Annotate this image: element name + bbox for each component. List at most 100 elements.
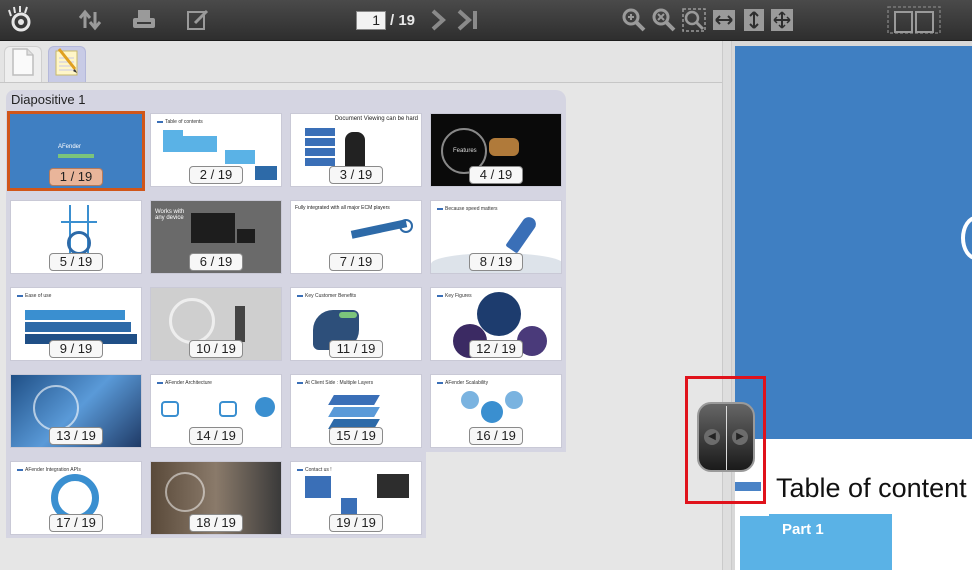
thumbnail-label: 10 / 19 — [189, 340, 243, 358]
thumb-heading: Contact us ! — [297, 467, 332, 473]
panel-tabs — [0, 41, 726, 83]
thumbnail-slide-14[interactable]: AFender Architecture 14 / 19 — [150, 374, 282, 448]
thumb-decoration — [477, 292, 521, 336]
thumb-decoration — [33, 385, 79, 431]
expand-right-icon[interactable]: ▶ — [732, 429, 748, 445]
thumb-decoration — [305, 128, 335, 136]
thumb-heading: Ease of use — [17, 293, 51, 299]
thumb-decoration — [255, 397, 275, 417]
thumb-heading: AFender Architecture — [157, 380, 212, 386]
thumb-decoration — [161, 401, 179, 417]
thumb-heading: Key Customer Benefits — [297, 293, 356, 299]
page-total: / 19 — [390, 12, 416, 29]
thumbnail-slide-12[interactable]: Key Figures 12 / 19 — [430, 287, 562, 361]
thumb-decoration — [305, 148, 335, 156]
thumb-decoration — [481, 401, 503, 423]
thumb-decoration — [328, 407, 380, 417]
thumb-heading: Document Viewing can be hard — [334, 116, 418, 122]
thumbnail-slide-9[interactable]: Ease of use 9 / 19 — [10, 287, 142, 361]
handle-seam — [726, 406, 727, 470]
thumb-decoration — [25, 310, 125, 320]
notepad-icon — [53, 47, 81, 82]
two-page-icon[interactable] — [886, 6, 942, 34]
zoom-in-icon[interactable] — [620, 6, 648, 34]
slide-title: Table of content — [776, 473, 967, 503]
thumb-decoration — [377, 474, 409, 498]
thumb-decoration — [169, 298, 215, 344]
thumb-decoration — [255, 166, 277, 180]
thumbnail-slide-1[interactable]: AFender 1 / 19 — [7, 111, 145, 191]
thumb-heading: At Client Side : Multiple Layers — [297, 380, 373, 386]
annotations-tab[interactable] — [48, 46, 86, 82]
thumb-decoration — [165, 472, 205, 512]
thumbnail-label: 15 / 19 — [329, 427, 383, 445]
thumbnail-slide-18[interactable]: 18 / 19 — [150, 461, 282, 535]
pages-tab[interactable] — [4, 46, 42, 82]
zoom-out-icon[interactable] — [650, 6, 678, 34]
thumb-heading: Table of contents — [157, 119, 203, 125]
thumb-decoration — [461, 391, 479, 409]
thumb-heading: Works with any device — [155, 209, 185, 221]
thumbnail-label: 12 / 19 — [469, 340, 523, 358]
thumbnail-label: 5 / 19 — [49, 253, 103, 271]
thumbnail-label: 19 / 19 — [329, 514, 383, 532]
slide-preview: Table of content Part 1 — [735, 46, 972, 570]
thumbnail-label: 16 / 19 — [469, 427, 523, 445]
thumb-heading: AFender Scalability — [437, 380, 488, 386]
print-icon[interactable] — [130, 6, 158, 34]
decoration — [864, 514, 892, 570]
thumbnail-slide-5[interactable]: 5 / 19 — [10, 200, 142, 274]
thumb-decoration — [505, 391, 523, 409]
thumb-decoration — [399, 219, 413, 233]
thumbnail-slide-6[interactable]: Works with any device 6 / 19 — [150, 200, 282, 274]
thumb-heading: Key Figures — [437, 293, 472, 299]
thumbnail-label: 14 / 19 — [189, 427, 243, 445]
thumbnail-slide-8[interactable]: Because speed matters 8 / 19 — [430, 200, 562, 274]
sort-icon[interactable] — [76, 6, 104, 34]
logo-eye-icon — [961, 216, 972, 260]
fit-width-icon[interactable] — [710, 6, 738, 34]
thumbnail-slide-15[interactable]: At Client Side : Multiple Layers 15 / 19 — [290, 374, 422, 448]
decoration — [740, 516, 770, 570]
thumbnail-label: 3 / 19 — [329, 166, 383, 184]
thumbnail-slide-19[interactable]: Contact us ! 19 / 19 — [290, 461, 422, 535]
thumbnail-label: 7 / 19 — [329, 253, 383, 271]
logo-eye-icon — [6, 6, 34, 34]
page-number-input[interactable]: 1 — [356, 11, 386, 30]
thumbnail-slide-17[interactable]: AFender Integration APIs 17 / 19 — [10, 461, 142, 535]
part-label: Part 1 — [782, 521, 824, 538]
thumb-heading: Features — [453, 148, 477, 154]
thumb-decoration — [328, 395, 380, 405]
thumbnail-slide-16[interactable]: AFender Scalability 16 / 19 — [430, 374, 562, 448]
thumb-heading: AFender Integration APIs — [17, 467, 81, 473]
thumbnail-slide-13[interactable]: 13 / 19 — [10, 374, 142, 448]
fullscreen-icon[interactable] — [768, 6, 796, 34]
thumbnail-label: 11 / 19 — [329, 340, 383, 358]
thumbnail-slide-7[interactable]: Fully integrated with all major ECM play… — [290, 200, 422, 274]
slide-1-preview — [735, 46, 972, 439]
thumb-decoration — [305, 476, 331, 498]
thumb-decoration — [25, 322, 131, 332]
fit-height-icon[interactable] — [740, 6, 768, 34]
thumbnail-slide-2[interactable]: Table of contents 2 / 19 — [150, 113, 282, 187]
thumb-decoration — [339, 312, 357, 318]
thumb-decoration — [237, 229, 255, 243]
annotate-icon[interactable] — [184, 6, 212, 34]
thumbnail-label: 6 / 19 — [189, 253, 243, 271]
thumbnail-slide-4[interactable]: Features 4 / 19 — [430, 113, 562, 187]
thumb-decoration — [225, 150, 255, 164]
thumbnail-label: 17 / 19 — [49, 514, 103, 532]
next-page-icon[interactable] — [424, 6, 452, 34]
thumbnail-label: 1 / 19 — [49, 168, 103, 186]
thumb-decoration — [191, 213, 235, 243]
thumbnail-slide-3[interactable]: Document Viewing can be hard 3 / 19 — [290, 113, 422, 187]
thumbnail-label: 18 / 19 — [189, 514, 243, 532]
thumbnail-slide-10[interactable]: 10 / 19 — [150, 287, 282, 361]
thumbnail-label: 2 / 19 — [189, 166, 243, 184]
thumb-decoration — [505, 214, 539, 254]
last-page-icon[interactable] — [454, 6, 482, 34]
splitter-handle[interactable]: ◀ ▶ — [697, 402, 755, 472]
zoom-fit-icon[interactable] — [680, 6, 708, 34]
collapse-left-icon[interactable]: ◀ — [704, 429, 720, 445]
thumbnail-slide-11[interactable]: Key Customer Benefits 11 / 19 — [290, 287, 422, 361]
